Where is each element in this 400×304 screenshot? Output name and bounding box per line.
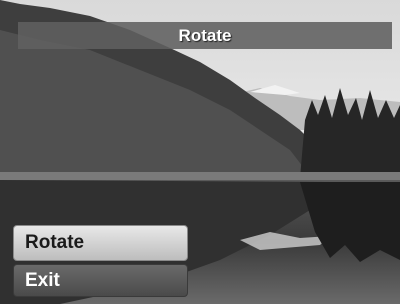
menu-item-exit[interactable]: Exit (13, 264, 188, 297)
page-title: Rotate (178, 25, 232, 45)
title-bar: Rotate (18, 22, 392, 49)
menu-item-label: Rotate (25, 232, 85, 253)
rotate-menu: Rotate Exit (13, 225, 188, 297)
menu-item-rotate[interactable]: Rotate (13, 225, 188, 261)
menu-item-label: Exit (25, 269, 60, 291)
